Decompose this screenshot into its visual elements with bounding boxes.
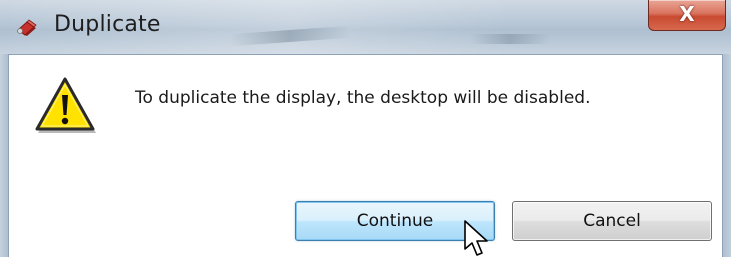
close-button[interactable]: X xyxy=(648,0,726,31)
glass-streak xyxy=(470,34,550,44)
dialog-content: To duplicate the display, the desktop wi… xyxy=(9,55,721,257)
mouse-cursor-icon xyxy=(464,220,488,256)
title-bar[interactable]: Duplicate X xyxy=(0,0,731,55)
close-icon: X xyxy=(679,2,695,26)
window-frame-left xyxy=(0,54,9,257)
glass-streak xyxy=(229,25,351,47)
duplicate-dialog-window: Duplicate X To duplicate the display, th… xyxy=(0,0,731,257)
app-icon xyxy=(17,19,37,36)
cancel-button[interactable]: Cancel xyxy=(512,201,712,241)
dialog-message: To duplicate the display, the desktop wi… xyxy=(135,88,591,108)
warning-icon xyxy=(35,77,96,133)
window-title: Duplicate xyxy=(54,12,161,37)
window-frame-right xyxy=(722,54,731,257)
